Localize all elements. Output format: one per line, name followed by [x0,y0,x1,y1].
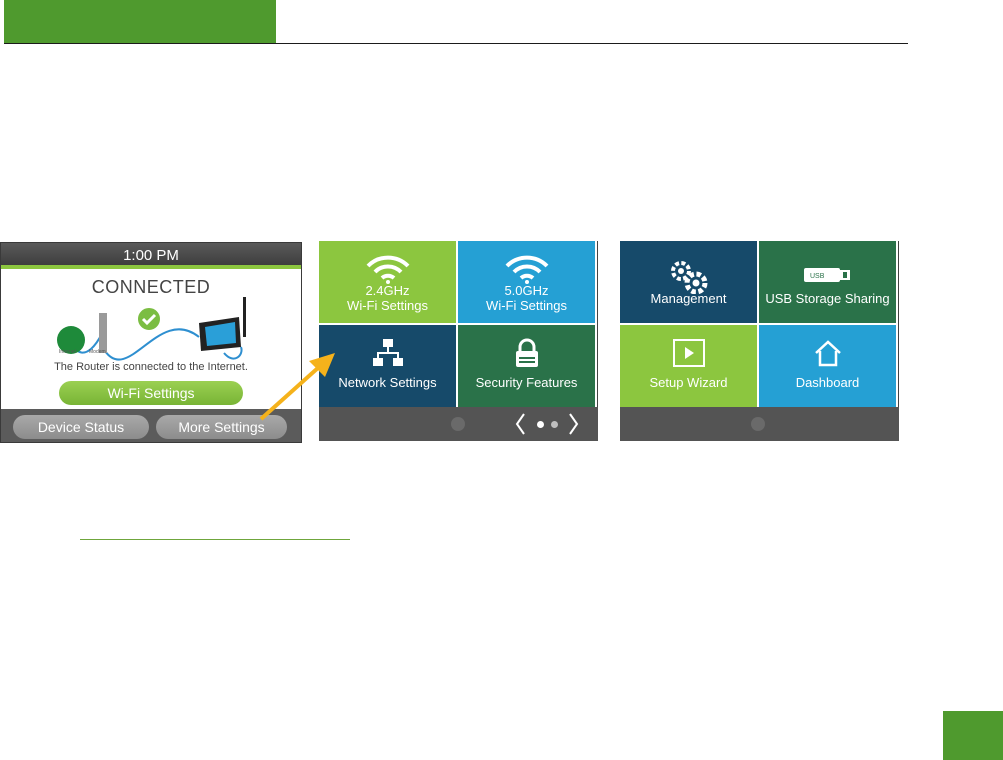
page-dot [551,421,558,428]
clock-bar: 1:00 PM [1,243,301,269]
tile-2-4ghz-wifi-settings[interactable]: 2.4GHz Wi-Fi Settings [319,241,456,323]
wifi-settings-button[interactable]: Wi-Fi Settings [59,381,243,405]
header-tab [4,0,276,44]
tile-line1: 5.0GHz [504,283,549,298]
tile-label: USB Storage Sharing [765,291,890,306]
callout-arrow [259,353,335,421]
tile-dashboard[interactable]: Dashboard [759,325,896,407]
globe-icon[interactable] [451,417,465,431]
navigation-bar [319,407,598,441]
tile-management[interactable]: Management [620,241,757,323]
chevron-right-icon[interactable] [569,412,579,436]
page-number-badge [943,711,1003,760]
usb-text: USB [810,273,825,280]
page-dot-active [537,421,544,428]
chevron-left-icon[interactable] [515,412,525,436]
modem-icon [99,313,107,353]
navigation-bar [620,407,899,441]
tile-security-features[interactable]: Security Features [458,325,595,407]
link-underline [80,539,350,540]
tile-line2: Wi-Fi Settings [347,298,428,313]
tile-5ghz-wifi-settings[interactable]: 5.0GHz Wi-Fi Settings [458,241,595,323]
device-status-button[interactable]: Device Status [13,415,149,439]
tile-label: Dashboard [795,375,860,390]
tile-line1: 2.4GHz [365,283,410,298]
tile-usb-storage-sharing[interactable]: USB USB Storage Sharing [759,241,896,323]
header-divider [4,43,908,44]
settings-screen-page-2: Management USB USB Storage Sharing Setup… [620,241,899,441]
tile-label: Management [650,291,727,306]
clock-time: 1:00 PM [123,247,179,264]
tile-line2: Wi-Fi Settings [486,298,567,313]
home-icon [759,333,896,373]
tile-label: Security Features [475,375,578,390]
play-icon [620,333,757,373]
tile-setup-wizard[interactable]: Setup Wizard [620,325,757,407]
internet-label: Internet [59,349,76,355]
tile-label: Setup Wizard [649,375,728,390]
router-icon [199,297,246,351]
usb-icon: USB [759,255,896,295]
connection-diagram [57,297,246,361]
modem-label: Modem [89,349,106,355]
settings-screen-page-1: 2.4GHz Wi-Fi Settings 5.0GHz Wi-Fi Setting… [319,241,598,441]
lock-icon [458,333,595,373]
globe-icon[interactable] [751,417,765,431]
